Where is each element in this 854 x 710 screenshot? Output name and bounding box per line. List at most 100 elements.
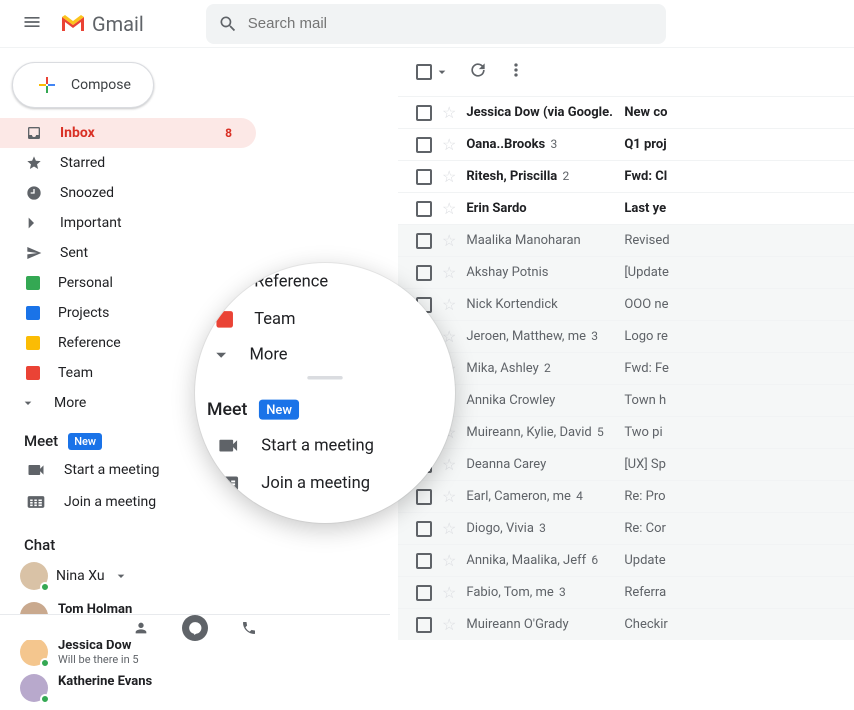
thread-subject: Logo re bbox=[624, 329, 836, 344]
join-meeting-label: Join a meeting bbox=[64, 494, 156, 510]
row-checkbox[interactable] bbox=[416, 137, 432, 153]
chevron-down-icon bbox=[209, 343, 233, 367]
flag-icon bbox=[26, 215, 42, 231]
contacts-tab[interactable] bbox=[128, 615, 154, 641]
zoom-callout: Reference Team More Meet New Start a mee… bbox=[195, 263, 455, 523]
thread-sender: Jeroen, Matthew, me 3 bbox=[466, 329, 614, 344]
thread-row[interactable]: ☆Deanna Carey[UX] Sp bbox=[398, 448, 854, 480]
chevron-down-icon bbox=[434, 64, 450, 80]
hangouts-tab[interactable] bbox=[182, 615, 208, 641]
row-checkbox[interactable] bbox=[416, 233, 432, 249]
search-bar[interactable] bbox=[206, 4, 666, 44]
label-color-icon bbox=[26, 366, 40, 380]
thread-sender: Muireann O'Grady bbox=[466, 617, 614, 632]
start-meeting-label: Start a meeting bbox=[64, 462, 159, 478]
menu-icon[interactable] bbox=[10, 0, 54, 48]
search-input[interactable] bbox=[248, 15, 654, 32]
thread-sender: Erin Sardo bbox=[466, 201, 614, 216]
sidebar-item-snoozed[interactable]: Snoozed bbox=[0, 178, 256, 208]
thread-subject: Fwd: Cl bbox=[624, 169, 836, 184]
row-checkbox[interactable] bbox=[416, 169, 432, 185]
thread-subject: Last ye bbox=[624, 201, 836, 216]
thread-sender: Deanna Carey bbox=[466, 457, 614, 472]
thread-sender: Ritesh, Priscilla 2 bbox=[466, 169, 614, 184]
label-color-icon bbox=[26, 336, 40, 350]
avatar bbox=[20, 638, 48, 666]
thread-sender: Akshay Potnis bbox=[466, 265, 614, 280]
thread-row[interactable]: ☆Oana..Brooks 3Q1 proj bbox=[398, 128, 854, 160]
star-icon[interactable]: ☆ bbox=[442, 199, 456, 218]
chevron-down-icon bbox=[113, 568, 129, 584]
select-all[interactable] bbox=[416, 64, 450, 80]
thread-row[interactable]: ☆Annika, Maalika, Jeff 6Update bbox=[398, 544, 854, 576]
thread-row[interactable]: ☆Annika CrowleyTown h bbox=[398, 384, 854, 416]
thread-row[interactable]: ☆ Fabio, Tom, me 3 Referra bbox=[398, 576, 854, 608]
row-checkbox[interactable] bbox=[416, 105, 432, 121]
thread-row[interactable]: ☆Jeroen, Matthew, me 3Logo re bbox=[398, 320, 854, 352]
thread-subject: Town h bbox=[624, 393, 836, 408]
sidebar-item-inbox[interactable]: Inbox8 bbox=[0, 118, 256, 148]
thread-sender: Jessica Dow (via Google. bbox=[466, 105, 614, 120]
star-icon[interactable]: ☆ bbox=[442, 551, 456, 570]
star-icon[interactable]: ☆ bbox=[442, 583, 456, 602]
nav-label: Snoozed bbox=[60, 185, 244, 201]
star-icon[interactable]: ☆ bbox=[442, 167, 456, 186]
thread-row[interactable]: ☆Diogo, Vivia 3Re: Cor bbox=[398, 512, 854, 544]
thread-subject: Referra bbox=[624, 585, 836, 600]
video-icon bbox=[26, 460, 46, 480]
thread-row[interactable]: ☆Maalika ManoharanRevised bbox=[398, 224, 854, 256]
row-checkbox[interactable] bbox=[416, 617, 432, 633]
thread-row[interactable]: ☆ Erin Sardo Last ye bbox=[398, 192, 854, 224]
star-icon[interactable]: ☆ bbox=[442, 615, 456, 634]
search-icon bbox=[218, 14, 238, 34]
thread-row[interactable]: ☆ Ritesh, Priscilla 2 Fwd: Cl bbox=[398, 160, 854, 192]
thread-row[interactable]: ☆Mika, Ashley 2Fwd: Fe bbox=[398, 352, 854, 384]
inbox-icon bbox=[26, 125, 42, 141]
clock-icon bbox=[26, 185, 42, 201]
thread-subject: Update bbox=[624, 553, 836, 568]
chevron-down-icon bbox=[20, 395, 36, 411]
thread-subject: [UX] Sp bbox=[624, 457, 836, 472]
label-color-icon bbox=[26, 306, 40, 320]
phone-tab[interactable] bbox=[236, 615, 262, 641]
thread-sender: Fabio, Tom, me 3 bbox=[466, 585, 614, 600]
chat-self-row[interactable]: Nina Xu bbox=[0, 558, 256, 594]
chat-item[interactable]: Katherine Evans bbox=[0, 670, 256, 706]
thread-subject: [Update bbox=[624, 265, 836, 280]
star-icon[interactable]: ☆ bbox=[442, 135, 456, 154]
thread-subject: Two pi bbox=[624, 425, 836, 440]
thread-row[interactable]: ☆Nick KortendickOOO ne bbox=[398, 288, 854, 320]
thread-subject: OOO ne bbox=[624, 297, 836, 312]
chat-name: Katherine Evans bbox=[58, 674, 152, 689]
sidebar-item-important[interactable]: Important bbox=[0, 208, 256, 238]
thread-subject: Revised bbox=[624, 233, 836, 248]
thread-row[interactable]: ☆Akshay Potnis[Update bbox=[398, 256, 854, 288]
chat-self-name: Nina Xu bbox=[56, 568, 105, 584]
row-checkbox[interactable] bbox=[416, 585, 432, 601]
gmail-logo[interactable]: Gmail bbox=[60, 12, 144, 36]
send-icon bbox=[26, 245, 42, 261]
nav-label: Important bbox=[60, 215, 244, 231]
chat-preview: Will be there in 5 bbox=[58, 653, 139, 666]
thread-row[interactable]: ☆Muireann, Kylie, David 5Two pi bbox=[398, 416, 854, 448]
star-icon[interactable]: ☆ bbox=[442, 231, 456, 250]
compose-label: Compose bbox=[71, 77, 131, 93]
thread-sender: Earl, Cameron, me 4 bbox=[466, 489, 614, 504]
new-badge: New bbox=[68, 433, 102, 450]
compose-button[interactable]: Compose bbox=[12, 62, 154, 108]
thread-row[interactable]: ☆ Jessica Dow (via Google. New co bbox=[398, 96, 854, 128]
more-actions-button[interactable] bbox=[506, 60, 526, 84]
row-checkbox[interactable] bbox=[416, 553, 432, 569]
refresh-button[interactable] bbox=[468, 60, 488, 84]
sidebar-item-starred[interactable]: Starred bbox=[0, 148, 256, 178]
thread-subject: New co bbox=[624, 105, 836, 120]
chat-section-title: Chat bbox=[24, 536, 55, 554]
star-icon bbox=[26, 155, 42, 171]
thread-sender: Annika Crowley bbox=[466, 393, 614, 408]
star-icon[interactable]: ☆ bbox=[442, 103, 456, 122]
video-icon bbox=[216, 434, 240, 458]
thread-sender: Nick Kortendick bbox=[466, 297, 614, 312]
row-checkbox[interactable] bbox=[416, 201, 432, 217]
thread-row[interactable]: ☆Earl, Cameron, me 4Re: Pro bbox=[398, 480, 854, 512]
thread-row[interactable]: ☆Muireann O'GradyCheckir bbox=[398, 608, 854, 640]
